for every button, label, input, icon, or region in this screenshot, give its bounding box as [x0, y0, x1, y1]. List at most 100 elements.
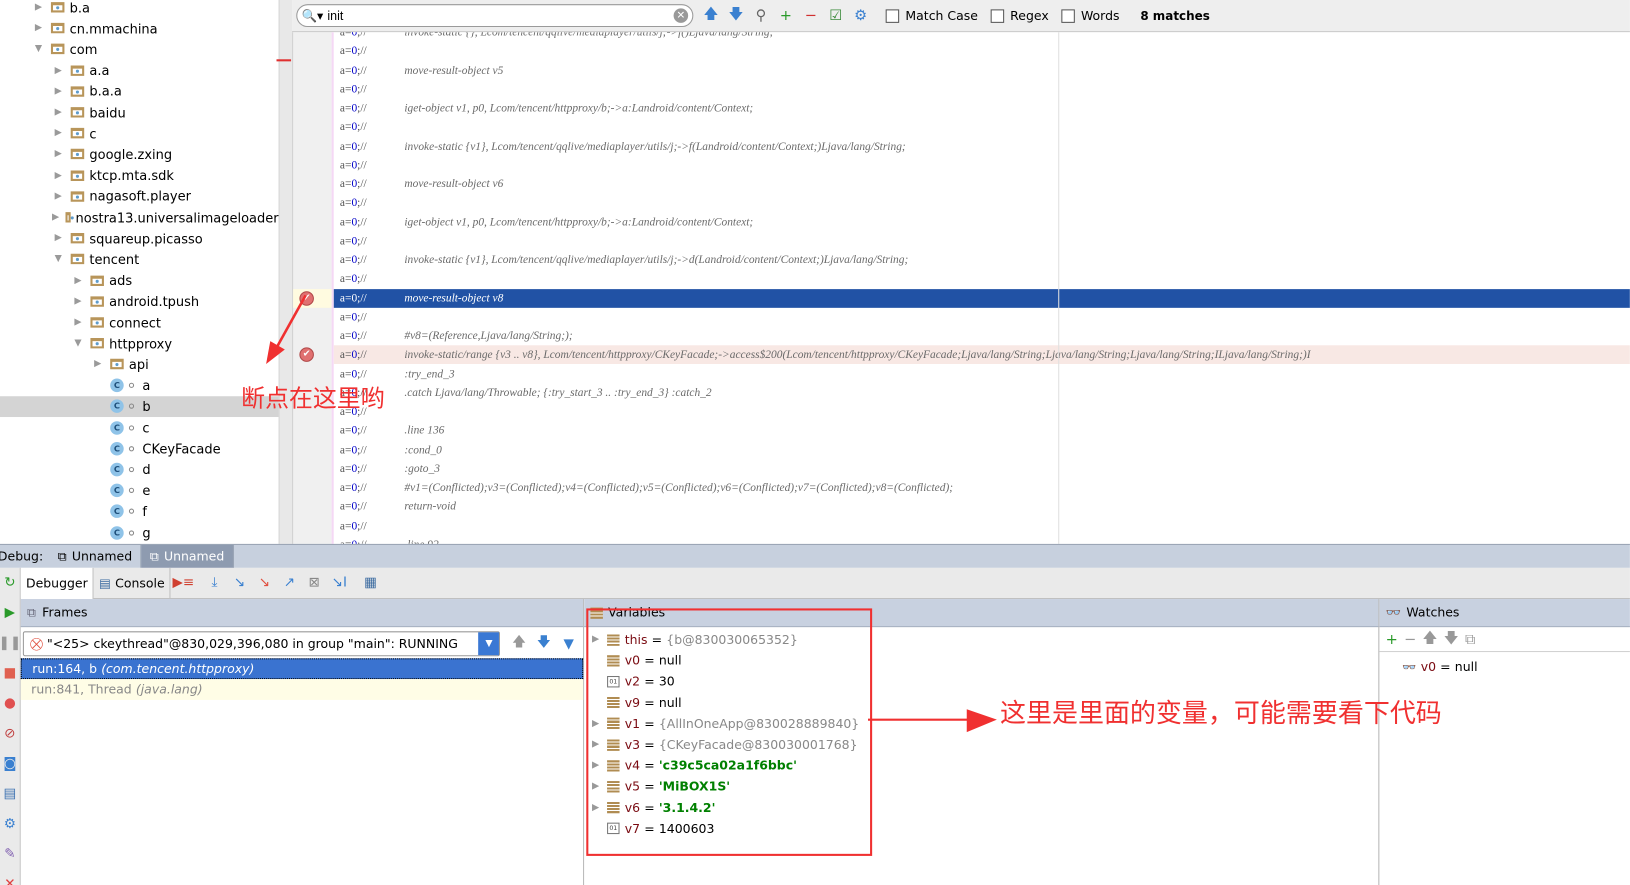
code-line[interactable]: a=0;//invoke-static {}, Lcom/tencent/qql…: [334, 32, 1630, 41]
code-line[interactable]: a=0;//iget-object v1, p0, Lcom/tencent/h…: [334, 99, 1630, 118]
code-line[interactable]: a=0;//invoke-static {v1}, Lcom/tencent/q…: [334, 137, 1630, 156]
stop-icon[interactable]: ■: [0, 658, 20, 688]
tree-item[interactable]: ▶ nostra13.universalimageloader: [0, 207, 279, 228]
collapsed-arrow-icon[interactable]: ▶: [52, 170, 64, 180]
tree-item[interactable]: ▶ baidu: [0, 102, 279, 123]
remove-watch-icon[interactable]: −: [1404, 631, 1416, 648]
step-into-icon[interactable]: ↘: [227, 575, 252, 591]
step-out-icon[interactable]: ↗: [277, 575, 302, 591]
frame-item[interactable]: run:841, Thread (java.lang): [20, 679, 584, 700]
settings-icon[interactable]: ⚙: [0, 809, 20, 839]
code-line[interactable]: a=0;//.line 92: [334, 535, 1630, 543]
chevron-down-icon[interactable]: ▼: [478, 632, 500, 656]
code-line[interactable]: a=0;//return-void: [334, 497, 1630, 516]
copy-icon[interactable]: ⧉: [1465, 631, 1475, 648]
tree-item[interactable]: ▶ ads: [0, 270, 279, 291]
debug-session-tab[interactable]: ⧉ Unnamed: [141, 544, 234, 568]
pin-icon[interactable]: ✎: [0, 839, 20, 869]
tree-item[interactable]: C CKeyFacade: [0, 438, 279, 459]
code-line[interactable]: a=0;//#v8=(Reference,Ljava/lang/String;)…: [334, 327, 1630, 346]
collapsed-arrow-icon[interactable]: ▶: [52, 65, 64, 75]
camera-icon[interactable]: ◙: [0, 749, 20, 779]
code-line[interactable]: a=0;//: [334, 270, 1630, 289]
code-line[interactable]: a=0;//move-result-object v8: [333, 288, 1630, 308]
code-line[interactable]: a=0;//: [334, 232, 1630, 251]
tab-debugger[interactable]: Debugger: [20, 567, 94, 599]
move-up-icon[interactable]: 🡅: [1423, 627, 1438, 652]
resume-icon[interactable]: ▶: [0, 598, 20, 628]
view-breakpoints-icon[interactable]: ●: [0, 688, 20, 718]
find-all-icon[interactable]: ⚲: [749, 7, 772, 24]
mute-breakpoints-icon[interactable]: ⊘: [0, 719, 20, 749]
collapsed-arrow-icon[interactable]: ▶: [52, 107, 64, 117]
tree-item[interactable]: ▶ ktcp.mta.sdk: [0, 165, 279, 186]
search-field[interactable]: 🔍▾ ✕: [296, 4, 694, 28]
collapsed-arrow-icon[interactable]: ▶: [52, 128, 64, 138]
tree-item[interactable]: ▶ c: [0, 123, 279, 144]
collapsed-arrow-icon[interactable]: ▶: [52, 86, 64, 96]
code-line[interactable]: a=0;//: [334, 194, 1630, 213]
tree-item[interactable]: Cg: [0, 522, 279, 543]
code-line[interactable]: a=0;//: [334, 308, 1630, 327]
tree-item[interactable]: Ca: [0, 375, 279, 396]
match-case-checkbox[interactable]: Match Case: [885, 8, 978, 23]
code-line[interactable]: a=0;//:goto_3: [334, 459, 1630, 478]
code-line[interactable]: a=0;//: [334, 42, 1630, 61]
tab-console[interactable]: ▤ Console: [94, 567, 171, 599]
add-occurrence-icon[interactable]: +: [774, 7, 797, 24]
code-editor[interactable]: a=0;//invoke-static {}, Lcom/tencent/qql…: [331, 32, 1630, 544]
pause-icon[interactable]: ❚❚: [0, 628, 21, 658]
code-line[interactable]: a=0;//: [334, 402, 1630, 421]
filter-icon[interactable]: ▼: [556, 636, 581, 652]
force-step-into-icon[interactable]: ↘: [252, 575, 277, 591]
collapsed-arrow-icon[interactable]: ▶: [91, 359, 103, 369]
tree-item[interactable]: ▶ nagasoft.player: [0, 186, 279, 207]
collapsed-arrow-icon[interactable]: ▶: [32, 2, 44, 12]
code-line[interactable]: a=0;//.catch Ljava/lang/Throwable; {:try…: [334, 384, 1630, 403]
code-line[interactable]: a=0;//: [334, 118, 1630, 137]
run-to-cursor-icon[interactable]: ↘I: [327, 575, 352, 591]
tree-item[interactable]: Cf: [0, 501, 279, 522]
collapsed-arrow-icon[interactable]: ▶: [72, 296, 84, 306]
settings-gear-icon[interactable]: ⚙: [849, 7, 872, 24]
move-down-icon[interactable]: 🡇: [1444, 627, 1459, 652]
collapsed-arrow-icon[interactable]: ▶: [52, 233, 64, 243]
tree-item[interactable]: ▶ api: [0, 354, 279, 375]
code-line[interactable]: a=0;//invoke-static {v1}, Lcom/tencent/q…: [334, 251, 1630, 270]
tree-item[interactable]: ▶ connect: [0, 312, 279, 333]
collapsed-arrow-icon[interactable]: ▶: [72, 317, 84, 327]
watch-item[interactable]: 👓 v0 = null: [1402, 656, 1630, 677]
frame-down-icon[interactable]: 🡇: [531, 632, 556, 655]
tree-item[interactable]: ▶ a.a: [0, 60, 279, 81]
step-over-icon[interactable]: ⤓: [202, 575, 227, 591]
search-icon[interactable]: 🔍▾: [301, 8, 323, 23]
tree-item[interactable]: ▶ google.zxing: [0, 144, 279, 165]
code-line[interactable]: a=0;//move-result-object v6: [334, 175, 1630, 194]
close-icon[interactable]: ✕: [0, 869, 20, 885]
remove-occurrence-icon[interactable]: −: [799, 7, 822, 24]
code-line[interactable]: a=0;//#v1=(Conflicted);v3=(Conflicted);v…: [334, 478, 1630, 497]
expanded-arrow-icon[interactable]: ▼: [52, 254, 64, 264]
expanded-arrow-icon[interactable]: ▼: [72, 338, 84, 348]
tree-item[interactable]: ▶ cn.mmachina: [0, 18, 279, 39]
code-line[interactable]: a=0;//iget-object v1, p0, Lcom/tencent/h…: [334, 213, 1630, 232]
collapsed-arrow-icon[interactable]: ▶: [52, 149, 64, 159]
code-line[interactable]: a=0;//:try_end_3: [334, 365, 1630, 384]
tree-item[interactable]: ▼ com: [0, 39, 279, 60]
debug-session-tab[interactable]: ⧉ Unnamed: [49, 544, 142, 568]
evaluate-expression-icon[interactable]: ▦: [358, 575, 383, 591]
regex-checkbox[interactable]: Regex: [990, 8, 1049, 23]
collapsed-arrow-icon[interactable]: ▶: [52, 191, 64, 201]
tree-item[interactable]: Cd: [0, 459, 279, 480]
code-line[interactable]: a=0;//: [334, 516, 1630, 535]
previous-match-icon[interactable]: 🡅: [700, 3, 723, 28]
code-line[interactable]: a=0;//: [334, 80, 1630, 99]
tree-item[interactable]: ▶ squareup.picasso: [0, 228, 279, 249]
tree-item[interactable]: ▼ httpproxy: [0, 333, 279, 354]
frame-item[interactable]: run:164, b (com.tencent.httpproxy): [20, 658, 584, 680]
collapsed-arrow-icon[interactable]: ▶: [72, 275, 84, 285]
search-input[interactable]: [327, 8, 674, 23]
thread-selector[interactable]: ⛒ "<25> ckeythread"@830,029,396,080 in g…: [22, 631, 501, 657]
add-watch-icon[interactable]: +: [1386, 631, 1398, 648]
tree-item[interactable]: Ce: [0, 480, 279, 501]
